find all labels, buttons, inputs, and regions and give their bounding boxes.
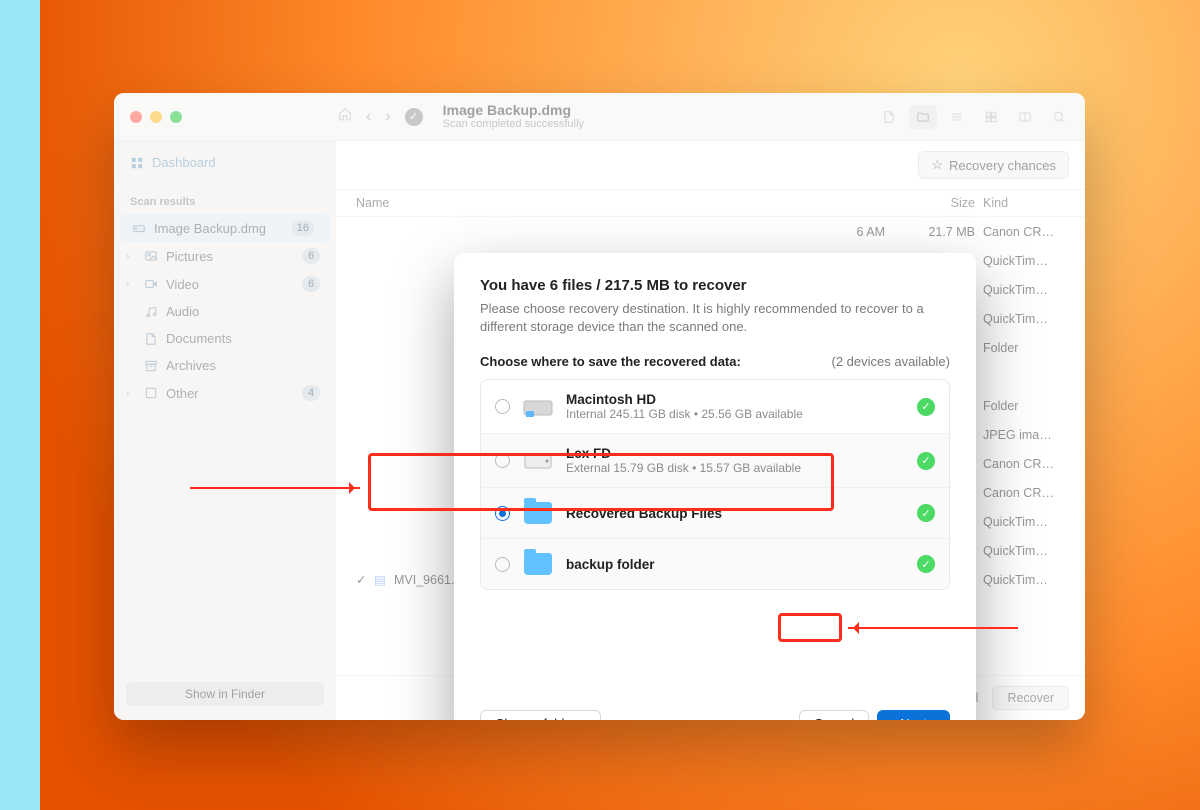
hdd-icon xyxy=(522,394,554,420)
destination-option[interactable]: Recovered Backup Files ✓ xyxy=(481,487,949,538)
cancel-button[interactable]: Cancel xyxy=(799,710,869,720)
destination-option[interactable]: Lex FDExternal 15.79 GB disk • 15.57 GB … xyxy=(481,433,949,487)
modal-devices-available: (2 devices available) xyxy=(831,354,950,369)
radio-icon[interactable] xyxy=(495,453,510,468)
destination-list: Macintosh HDInternal 245.11 GB disk • 25… xyxy=(480,379,950,590)
destination-name: Recovered Backup Files xyxy=(566,506,722,521)
radio-icon[interactable] xyxy=(495,506,510,521)
annotation-arrow-icon xyxy=(848,627,1018,629)
recovery-destination-modal: You have 6 files / 217.5 MB to recover P… xyxy=(454,253,976,720)
destination-option[interactable]: Macintosh HDInternal 245.11 GB disk • 25… xyxy=(481,380,949,433)
destination-name: Lex FD xyxy=(566,446,801,461)
folder-icon xyxy=(522,551,554,577)
ok-check-icon: ✓ xyxy=(917,398,935,416)
ok-check-icon: ✓ xyxy=(917,555,935,573)
modal-choose-label: Choose where to save the recovered data: xyxy=(480,354,741,369)
radio-icon[interactable] xyxy=(495,399,510,414)
destination-detail: Internal 245.11 GB disk • 25.56 GB avail… xyxy=(566,407,803,421)
ok-check-icon: ✓ xyxy=(917,452,935,470)
ok-check-icon: ✓ xyxy=(917,504,935,522)
destination-name: Macintosh HD xyxy=(566,392,803,407)
annotation-arrow-icon xyxy=(190,487,360,489)
external-drive-icon xyxy=(522,448,554,474)
modal-heading: You have 6 files / 217.5 MB to recover xyxy=(480,277,950,294)
destination-option[interactable]: backup folder ✓ xyxy=(481,538,949,589)
choose-folder-button[interactable]: Choose folder... xyxy=(480,710,601,720)
destination-name: backup folder xyxy=(566,557,655,572)
destination-detail: External 15.79 GB disk • 15.57 GB availa… xyxy=(566,461,801,475)
folder-icon xyxy=(522,500,554,526)
radio-icon[interactable] xyxy=(495,557,510,572)
next-button[interactable]: Next xyxy=(877,710,950,720)
app-window: ‹ › ✓ Image Backup.dmg Scan completed su… xyxy=(114,93,1085,720)
modal-subtext: Please choose recovery destination. It i… xyxy=(480,300,950,336)
